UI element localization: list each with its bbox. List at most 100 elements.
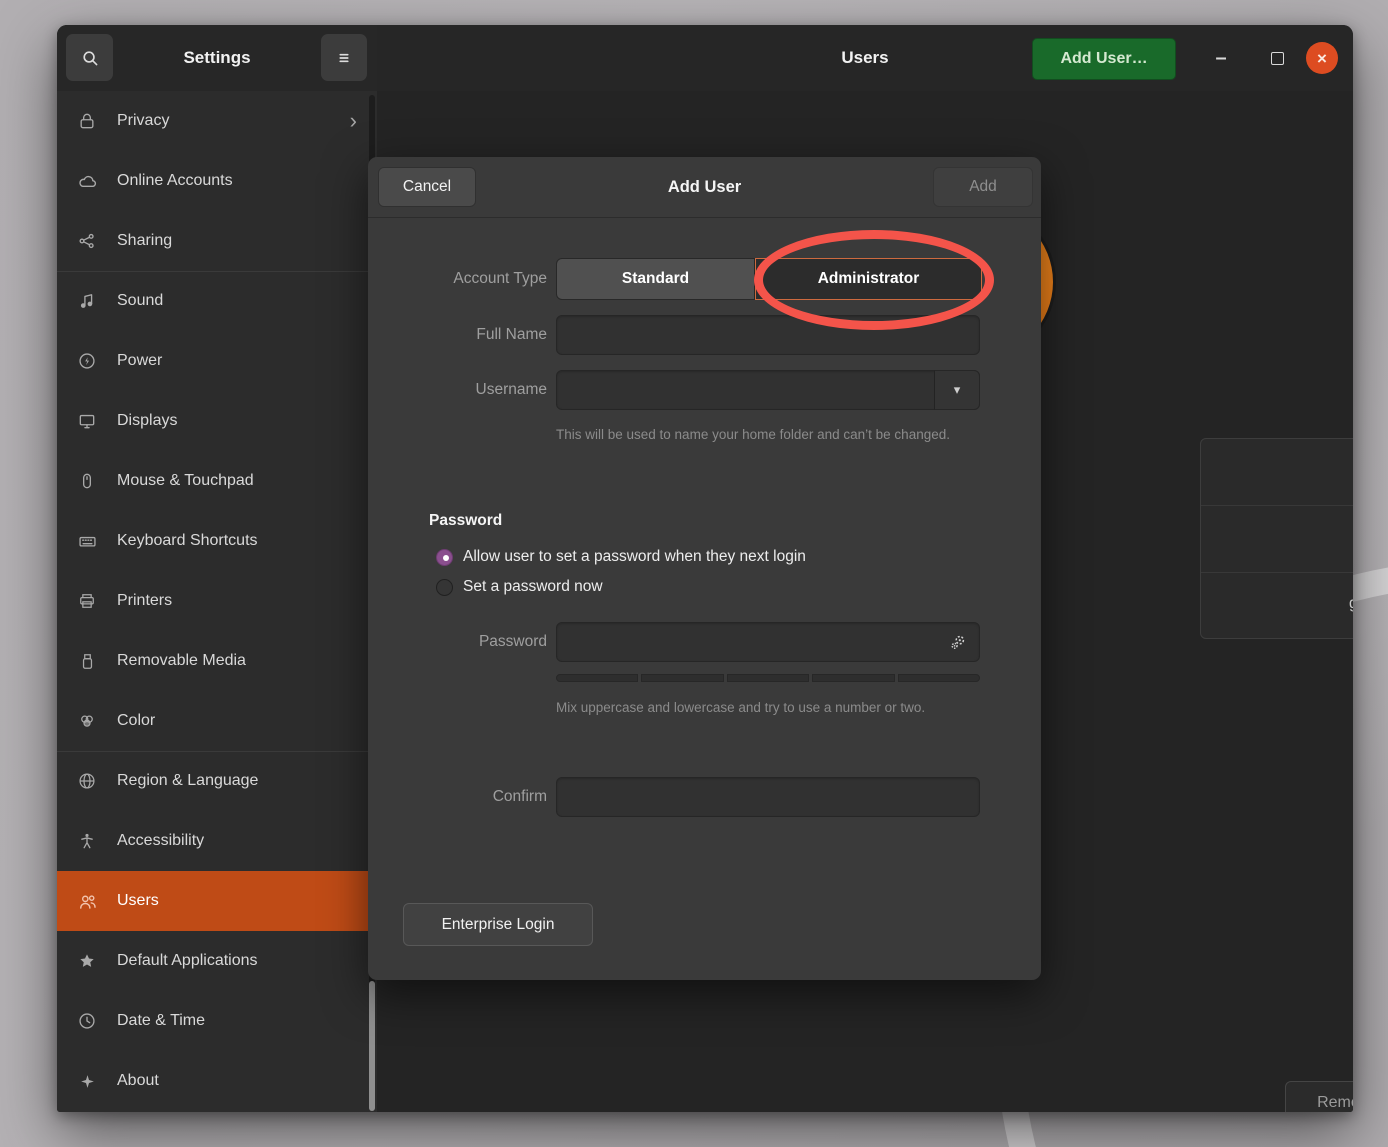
- globe-icon: [75, 769, 99, 793]
- cloud-icon: [75, 169, 99, 193]
- add-user-button[interactable]: Add User…: [1032, 38, 1176, 80]
- user-settings-list: ••••• › ged in ›: [1200, 438, 1353, 639]
- sidebar-item-label: Color: [117, 712, 363, 730]
- sidebar-item-label: Sharing: [117, 232, 363, 250]
- strength-segment: [812, 674, 894, 682]
- password-help-text: Mix uppercase and lowercase and try to u…: [556, 698, 966, 718]
- minimize-button[interactable]: –: [1203, 25, 1239, 91]
- password-strength-meter: [556, 674, 980, 682]
- enterprise-login-button[interactable]: Enterprise Login: [403, 903, 593, 946]
- full-name-label: Full Name: [368, 326, 547, 344]
- account-activity-row[interactable]: ged in ›: [1201, 573, 1353, 639]
- monitor-icon: [75, 409, 99, 433]
- sidebar-item-label: Online Accounts: [117, 172, 363, 190]
- sidebar-item-label: Default Applications: [117, 952, 363, 970]
- users-icon: [75, 889, 99, 913]
- clock-icon: [75, 1009, 99, 1033]
- radio-selected-icon: [436, 549, 453, 566]
- sidebar-item-keyboard-shortcuts[interactable]: Keyboard Shortcuts: [57, 511, 377, 571]
- desktop-background: Settings Users Add User… – × Privacy › O…: [0, 0, 1388, 1147]
- strength-segment: [556, 674, 638, 682]
- sidebar-item-mouse-touchpad[interactable]: Mouse & Touchpad: [57, 451, 377, 511]
- remove-user-button[interactable]: Remove User…: [1285, 1081, 1353, 1112]
- sidebar-item-about[interactable]: About: [57, 1051, 377, 1111]
- sidebar-item-privacy[interactable]: Privacy ›: [57, 91, 377, 151]
- account-type-segmented-control: Standard Administrator: [556, 258, 982, 300]
- sidebar-item-label: Keyboard Shortcuts: [117, 532, 363, 550]
- maximize-button[interactable]: [1259, 25, 1295, 91]
- settings-window: Settings Users Add User… – × Privacy › O…: [57, 25, 1353, 1112]
- headerbar: Settings Users Add User… – ×: [57, 25, 1353, 92]
- add-button[interactable]: Add: [933, 167, 1033, 207]
- standard-option[interactable]: Standard: [556, 258, 755, 300]
- radio-unselected-icon: [436, 579, 453, 596]
- radio-set-password-now[interactable]: Set a password now: [436, 577, 603, 597]
- sidebar-item-sharing[interactable]: Sharing: [57, 211, 377, 271]
- sidebar-item-date-time[interactable]: Date & Time: [57, 991, 377, 1051]
- color-circles-icon: [75, 709, 99, 733]
- usb-drive-icon: [75, 649, 99, 673]
- sidebar-item-default-applications[interactable]: Default Applications: [57, 931, 377, 991]
- sidebar-scrollbar-thumb[interactable]: [369, 981, 375, 1111]
- password-section-title: Password: [429, 512, 502, 530]
- password-label: Password: [368, 633, 547, 651]
- sidebar-item-displays[interactable]: Displays: [57, 391, 377, 451]
- sidebar-item-label: Date & Time: [117, 1012, 363, 1030]
- star-icon: [75, 949, 99, 973]
- sidebar-item-removable-media[interactable]: Removable Media: [57, 631, 377, 691]
- generate-password-button[interactable]: [946, 630, 970, 654]
- accessibility-person-icon: [75, 829, 99, 853]
- mouse-icon: [75, 469, 99, 493]
- power-icon: [75, 349, 99, 373]
- sidebar-item-label: Accessibility: [117, 832, 363, 850]
- sidebar-item-power[interactable]: Power: [57, 331, 377, 391]
- sidebar-item-region-language[interactable]: Region & Language: [57, 751, 377, 811]
- sidebar-item-label: Privacy: [117, 112, 350, 130]
- cancel-button[interactable]: Cancel: [378, 167, 476, 207]
- username-label: Username: [368, 381, 547, 399]
- password-input[interactable]: [556, 622, 980, 662]
- chevron-down-icon: ▾: [954, 382, 961, 398]
- sidebar-item-printers[interactable]: Printers: [57, 571, 377, 631]
- maximize-icon: [1271, 52, 1284, 65]
- strength-segment: [641, 674, 723, 682]
- automatic-login-row: [1201, 506, 1353, 573]
- gears-icon: [946, 630, 970, 654]
- sidebar-item-online-accounts[interactable]: Online Accounts: [57, 151, 377, 211]
- account-type-label: Account Type: [368, 270, 547, 288]
- strength-segment: [727, 674, 809, 682]
- sidebar: Privacy › Online Accounts Sharing Sound …: [57, 91, 378, 1112]
- confirm-label: Confirm: [368, 788, 547, 806]
- sidebar-item-label: Sound: [117, 292, 363, 310]
- radio-password-next-login[interactable]: Allow user to set a password when they n…: [436, 547, 806, 567]
- sidebar-item-label: Region & Language: [117, 772, 363, 790]
- username-dropdown-button[interactable]: ▾: [934, 370, 980, 410]
- full-name-input[interactable]: [556, 315, 980, 355]
- confirm-password-input[interactable]: [556, 777, 980, 817]
- lock-icon: [75, 109, 99, 133]
- sidebar-item-accessibility[interactable]: Accessibility: [57, 811, 377, 871]
- username-input[interactable]: [556, 370, 980, 410]
- sidebar-item-sound[interactable]: Sound: [57, 271, 377, 331]
- logged-in-text: ged in: [1349, 595, 1353, 613]
- menu-button[interactable]: [321, 34, 367, 81]
- sidebar-item-label: Power: [117, 352, 363, 370]
- sidebar-item-label: Printers: [117, 592, 363, 610]
- sidebar-item-users[interactable]: Users: [57, 871, 377, 931]
- sidebar-item-label: About: [117, 1072, 363, 1090]
- strength-segment: [898, 674, 980, 682]
- radio-label: Set a password now: [463, 578, 603, 596]
- password-row[interactable]: ••••• ›: [1201, 439, 1353, 506]
- administrator-option[interactable]: Administrator: [755, 258, 982, 300]
- printer-icon: [75, 589, 99, 613]
- hamburger-icon: [334, 48, 354, 68]
- dialog-header: Cancel Add User Add: [368, 157, 1041, 218]
- sidebar-item-label: Displays: [117, 412, 363, 430]
- close-button[interactable]: ×: [1306, 42, 1338, 74]
- sidebar-item-label: Mouse & Touchpad: [117, 472, 363, 490]
- add-user-dialog: Cancel Add User Add Account Type Standar…: [368, 157, 1041, 980]
- radio-label: Allow user to set a password when they n…: [463, 548, 806, 566]
- sidebar-item-label: Removable Media: [117, 652, 363, 670]
- sidebar-item-color[interactable]: Color: [57, 691, 377, 751]
- share-icon: [75, 229, 99, 253]
